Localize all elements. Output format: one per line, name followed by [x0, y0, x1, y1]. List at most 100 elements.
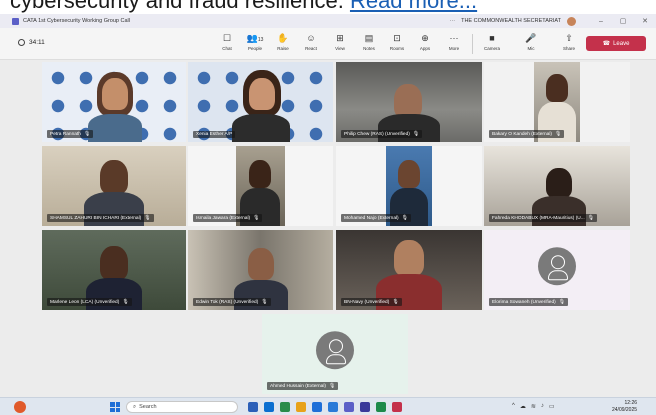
camera-button[interactable]: ■ Camera [479, 32, 505, 51]
participant-name-tag: Mohamed Najo (External) 🎙 [341, 214, 412, 222]
video-tile[interactable]: Edwin Tok (RAS) (Unverified) 🎙 [188, 230, 333, 310]
outlook-icon[interactable] [312, 402, 322, 412]
read-more-link[interactable]: Read more... [350, 0, 477, 13]
video-tile[interactable]: BN-Navy (Unverified) 🎙 [336, 230, 482, 310]
notes-button[interactable]: ▤ Notes [356, 32, 382, 51]
store-icon[interactable] [280, 402, 290, 412]
people-count: 13 [257, 37, 264, 43]
mic-muted-icon: 🎙 [144, 215, 151, 221]
grid-icon: ⊞ [336, 33, 344, 43]
start-button[interactable] [110, 402, 120, 412]
notes-icon: ▤ [364, 33, 374, 43]
mic-muted-icon: 🎙 [412, 131, 420, 137]
leave-button[interactable]: ☎ Leave [586, 36, 646, 51]
camera-icon: ■ [489, 33, 495, 43]
raise-hand-button[interactable]: ✋ Raise [270, 32, 296, 51]
video-tile[interactable]: Xenia Esther A/P [188, 62, 333, 142]
battery-icon: ▭ [548, 404, 555, 410]
participant-name-tag: Petra Rannath 🎙 [47, 130, 94, 138]
acrobat-icon[interactable] [392, 402, 402, 412]
share-button[interactable]: ⇧ Share [556, 32, 582, 51]
minimize-button[interactable]: – [590, 18, 612, 25]
mic-button[interactable]: 🎤 Mic [518, 32, 544, 51]
mic-muted-icon: 🎙 [401, 215, 409, 221]
teams-icon[interactable] [344, 402, 354, 412]
video-tile[interactable]: Bakary O Kandeh (External) 🎙 [484, 62, 630, 142]
video-tile[interactable]: Ahmed Hussain (External) 🎙 [262, 314, 408, 394]
more-button[interactable]: ··· More [441, 32, 467, 51]
video-tile[interactable]: SHAMSUL ZAHURI BIN ICHARI (External) 🎙 [42, 146, 186, 226]
share-icon: ⇧ [565, 33, 573, 43]
edge-icon[interactable] [264, 402, 274, 412]
participant-name-tag: Ismaila Jawara (External) 🎙 [193, 214, 263, 222]
word-icon[interactable] [328, 402, 338, 412]
participant-name-tag: Marlene Leon (LCA) (Unverified) 🎙 [47, 298, 132, 306]
windows-taskbar: ⌕ Search ^ ☁ ≋ ♪ ▭ 12:26 24/09/2025 [0, 397, 656, 415]
video-tile[interactable]: Petra Rannath 🎙 [42, 62, 186, 142]
taskbar-search[interactable]: ⌕ Search [126, 401, 238, 413]
mic-muted-icon: 🎙 [392, 299, 399, 305]
participant-name-tag: Xenia Esther A/P [193, 131, 236, 138]
rooms-icon: ⊡ [393, 33, 401, 43]
video-tile[interactable]: Mohamed Najo (External) 🎙 [336, 146, 482, 226]
timer-value: 34:11 [29, 39, 45, 46]
phone-icon: ☎ [602, 41, 611, 47]
chevron-up-icon: ^ [512, 403, 515, 409]
volume-icon: ♪ [540, 403, 544, 409]
participant-name-tag: SHAMSUL ZAHURI BIN ICHARI (External) 🎙 [47, 214, 154, 222]
participant-name-tag: Fahreda KHODABUX (MRA-Mauritius) (U... 🎙 [489, 214, 598, 222]
participant-name-tag: Ahmed Hussain (External) 🎙 [267, 382, 339, 390]
folder-icon[interactable] [296, 402, 306, 412]
organization-name[interactable]: THE COMMONWEALTH SECRETARIAT [461, 18, 561, 24]
apps-icon: ⊕ [421, 33, 429, 43]
search-placeholder: Search [139, 404, 157, 410]
react-button[interactable]: ☺ React [298, 32, 324, 51]
taskbar-clock[interactable]: 12:26 24/09/2025 [612, 400, 637, 413]
user-avatar-icon [316, 331, 354, 370]
view-button[interactable]: ⊞ View [327, 32, 353, 51]
hand-icon: ✋ [277, 33, 289, 43]
mic-muted-icon: 🎙 [558, 299, 566, 305]
restore-button[interactable]: ▢ [612, 17, 634, 25]
rooms-button[interactable]: ⊡ Rooms [384, 32, 410, 51]
close-button[interactable]: ✕ [634, 17, 656, 25]
title-more-button[interactable]: ··· [450, 18, 456, 24]
teams-title-bar: CATA 1st Cybersecurity Working Group Cal… [0, 14, 656, 28]
account-avatar[interactable] [567, 16, 576, 26]
mic-muted-icon: 🎙 [253, 215, 260, 221]
mic-icon: 🎤 [525, 33, 537, 43]
file-explorer-icon[interactable] [248, 402, 258, 412]
mic-muted-icon: 🎙 [329, 383, 336, 389]
video-tile[interactable]: Fahreda KHODABUX (MRA-Mauritius) (U... 🎙 [484, 146, 630, 226]
participant-name-tag: Bakary O Kandeh (External) 🎙 [489, 130, 565, 138]
smiley-icon: ☺ [306, 33, 316, 43]
search-icon: ⌕ [133, 403, 137, 410]
headline-text: cybersecurity and fraud resilience. [10, 0, 344, 13]
people-icon: 👥13 [246, 33, 264, 43]
system-tray[interactable]: ^ ☁ ≋ ♪ ▭ [512, 403, 555, 410]
participant-name-tag: Edwin Tok (RAS) (Unverified) 🎙 [193, 298, 271, 306]
video-tile[interactable]: Ismaila Jawara (External) 🎙 [188, 146, 333, 226]
cloud-icon: ☁ [519, 404, 526, 410]
video-tile[interactable]: Elorima Sowaneh (Unverified) 🎙 [484, 230, 630, 310]
wifi-icon: ≋ [530, 404, 536, 410]
article-headline: cybersecurity and fraud resilience. Read… [0, 0, 656, 14]
participant-name-tag: Elorima Sowaneh (Unverified) 🎙 [489, 298, 569, 306]
video-tile[interactable]: Philip Chew (RAS) (Unverified) 🎙 [336, 62, 482, 142]
meeting-title: CATA 1st Cybersecurity Working Group Cal… [23, 18, 130, 24]
people-button[interactable]: 👥13 People [242, 32, 268, 51]
video-tile[interactable]: Marlene Leon (LCA) (Unverified) 🎙 [42, 230, 186, 310]
screen: cybersecurity and fraud resilience. Read… [0, 0, 656, 415]
apps-button[interactable]: ⊕ Apps [412, 32, 438, 51]
user-avatar-icon [538, 247, 576, 286]
weather-icon[interactable] [14, 401, 26, 413]
chat-icon: ☐ [222, 33, 232, 43]
app-icon[interactable] [360, 402, 370, 412]
meeting-toolbar: 34:11 ☐ Chat 👥13 People ✋ Raise ☺ React ⊞ Vie… [0, 28, 656, 60]
participant-name-tag: Philip Chew (RAS) (Unverified) 🎙 [341, 130, 423, 138]
excel-icon[interactable] [376, 402, 386, 412]
mic-muted-icon: 🎙 [261, 299, 268, 305]
mic-muted-icon: 🎙 [83, 131, 91, 137]
mic-muted-icon: 🎙 [122, 299, 129, 305]
chat-button[interactable]: ☐ Chat [214, 32, 240, 51]
